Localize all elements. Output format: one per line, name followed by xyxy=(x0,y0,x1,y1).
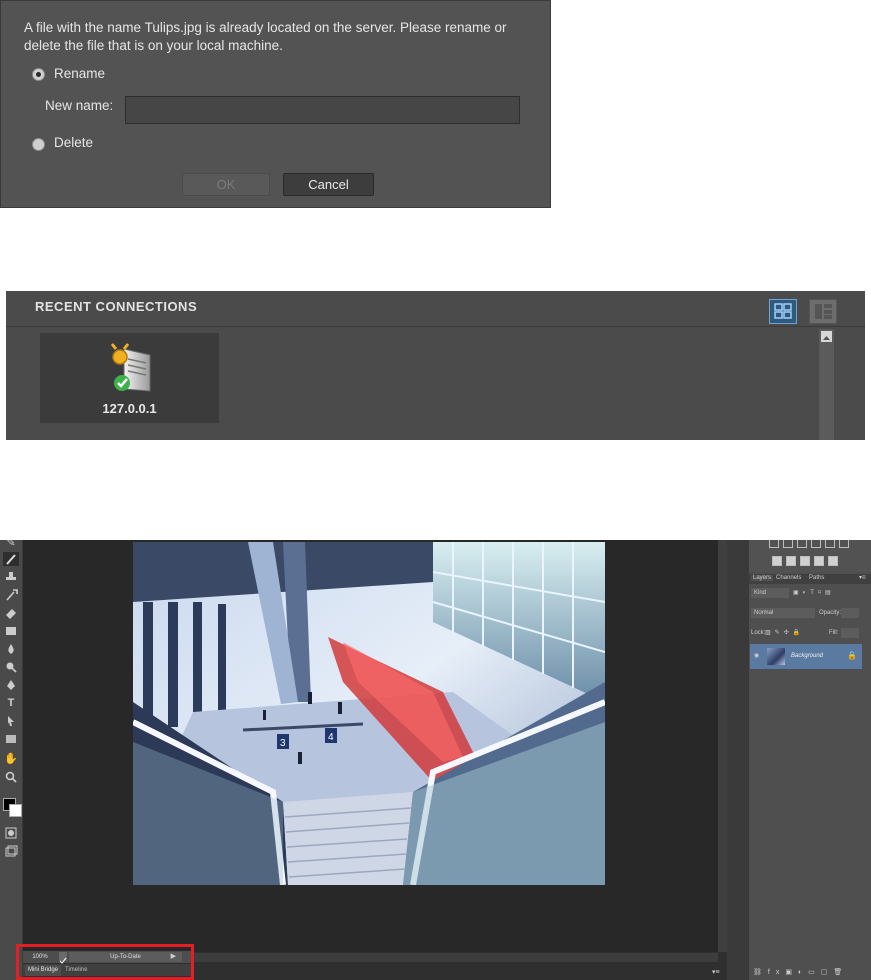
gradient-icon xyxy=(6,627,16,635)
blur-tool[interactable] xyxy=(3,642,19,656)
list-view-button[interactable] xyxy=(809,299,837,324)
background-color-swatch[interactable] xyxy=(9,804,22,817)
fill-field[interactable] xyxy=(841,628,859,638)
opacity-label: Opacity: xyxy=(819,610,842,616)
rectangle-icon xyxy=(6,735,16,743)
panel-dock-divider xyxy=(727,540,749,980)
list-view-icon xyxy=(815,304,832,319)
panel-tab-row: Layers Channels Paths ▾≡ xyxy=(749,574,871,584)
rename-label: Rename xyxy=(54,66,106,81)
quick-mask-icon xyxy=(5,827,17,839)
new-name-field[interactable] xyxy=(125,96,520,124)
adjustment-icon[interactable] xyxy=(769,540,779,548)
connection-tile[interactable]: 127.0.0.1 xyxy=(40,333,219,423)
path-select-tool[interactable] xyxy=(3,714,19,728)
adjustment-icon[interactable] xyxy=(825,540,835,548)
adjustment-icon[interactable] xyxy=(828,556,838,566)
brush-tool[interactable] xyxy=(3,552,19,566)
tab-layers[interactable]: Layers xyxy=(751,575,774,581)
layer-row-background[interactable]: ◉ Background 🔒 xyxy=(750,644,862,669)
adjustment-icon[interactable] xyxy=(811,540,821,548)
zoom-icon xyxy=(5,771,17,783)
recent-connections-panel: RECENT CONNECTIONS 127.0.0.1 xyxy=(6,291,865,440)
panel-menu-icon[interactable]: ▾≡ xyxy=(712,968,720,976)
screen-mode-icon xyxy=(5,845,18,857)
cancel-button[interactable]: Cancel xyxy=(283,173,374,196)
tools-panel: ✎ T ✋ xyxy=(0,540,23,980)
type-tool[interactable]: T xyxy=(3,696,19,710)
new-name-label: New name: xyxy=(45,98,114,113)
screen-mode-button[interactable] xyxy=(3,844,19,858)
filter-icons[interactable]: ▣◐T⌑▤ xyxy=(793,589,835,596)
filter-kind-value: Kind xyxy=(754,590,767,596)
lock-icons[interactable]: ▨✎✣🔒 xyxy=(765,629,804,636)
rename-radio[interactable] xyxy=(32,68,45,81)
filter-kind-select[interactable]: Kind xyxy=(751,588,789,598)
grid-view-icon xyxy=(774,303,792,319)
history-brush-tool[interactable] xyxy=(3,588,19,602)
connection-label: 127.0.0.1 xyxy=(102,401,157,416)
hand-tool[interactable]: ✋ xyxy=(3,752,19,766)
ok-button[interactable]: OK xyxy=(182,173,270,196)
blur-icon xyxy=(8,644,14,654)
vertical-scrollbar[interactable] xyxy=(718,540,727,952)
dialog-message: A file with the name Tulips.jpg is alrea… xyxy=(24,20,507,53)
recent-connections-title: RECENT CONNECTIONS xyxy=(35,299,198,314)
layer-thumbnail xyxy=(767,648,785,665)
dodge-tool[interactable] xyxy=(3,660,19,674)
fill-label: Fill: xyxy=(829,630,839,636)
pen-icon xyxy=(7,680,15,690)
brush-icon xyxy=(6,554,16,565)
rename-conflict-dialog: A file with the name Tulips.jpg is alrea… xyxy=(0,0,551,208)
lock-label: Lock: xyxy=(751,630,766,636)
zoom-tool[interactable] xyxy=(3,770,19,784)
pen-tool[interactable] xyxy=(3,678,19,692)
gradient-tool[interactable] xyxy=(3,624,19,638)
hand-icon: ✋ xyxy=(4,753,18,765)
delete-radio[interactable] xyxy=(32,138,45,151)
eraser-icon xyxy=(6,609,16,619)
adjustment-icon[interactable] xyxy=(839,540,849,548)
lock-icon: 🔒 xyxy=(847,651,857,660)
layer-actions-bar[interactable]: ⛓fx▣◐▭▢🗑 xyxy=(753,968,848,976)
tab-paths[interactable]: Paths xyxy=(809,575,824,581)
adjustment-icon[interactable] xyxy=(800,556,810,566)
delete-label: Delete xyxy=(54,135,94,150)
opacity-field[interactable] xyxy=(841,608,859,618)
adjustment-icon[interactable] xyxy=(786,556,796,566)
highlight-annotation-box xyxy=(16,944,194,980)
grid-view-button[interactable] xyxy=(769,299,797,324)
adjustments-panel xyxy=(749,540,871,572)
eraser-tool[interactable] xyxy=(3,606,19,620)
quick-mask-button[interactable] xyxy=(3,826,19,840)
scroll-up-arrow[interactable] xyxy=(821,331,832,342)
divider xyxy=(6,326,865,327)
svg-text:3: 3 xyxy=(280,738,286,749)
server-connected-icon xyxy=(110,343,151,392)
vertical-scrollbar[interactable] xyxy=(819,329,834,440)
stamp-tool[interactable] xyxy=(3,570,19,584)
adjustment-icon[interactable] xyxy=(797,540,807,548)
stamp-icon xyxy=(6,572,16,580)
path-select-icon xyxy=(8,716,14,726)
spot-heal-tool[interactable]: ✎ xyxy=(3,540,19,550)
horizontal-scrollbar[interactable] xyxy=(193,953,718,962)
photoshop-workspace: ✎ T ✋ 3 4 Layers Channels Paths ▾≡ Kind … xyxy=(0,540,871,980)
station-photo: 3 4 xyxy=(133,542,605,885)
layer-name: Background xyxy=(791,653,824,659)
svg-text:4: 4 xyxy=(328,732,334,743)
tab-channels[interactable]: Channels xyxy=(776,575,801,581)
adjustment-icon[interactable] xyxy=(814,556,824,566)
panels-dock: Layers Channels Paths ▾≡ Kind ▣◐T⌑▤ Norm… xyxy=(749,540,871,980)
history-brush-icon xyxy=(6,589,18,601)
blend-mode-select[interactable]: Normal xyxy=(751,608,815,618)
panel-menu-icon[interactable]: ▾≡ xyxy=(859,574,866,581)
eye-icon[interactable]: ◉ xyxy=(754,652,759,659)
rectangle-tool[interactable] xyxy=(3,732,19,746)
adjustment-icon[interactable] xyxy=(783,540,793,548)
blend-mode-value: Normal xyxy=(754,610,774,616)
adjustment-icon[interactable] xyxy=(772,556,782,566)
dodge-icon xyxy=(6,662,17,673)
type-icon: T xyxy=(7,697,15,709)
